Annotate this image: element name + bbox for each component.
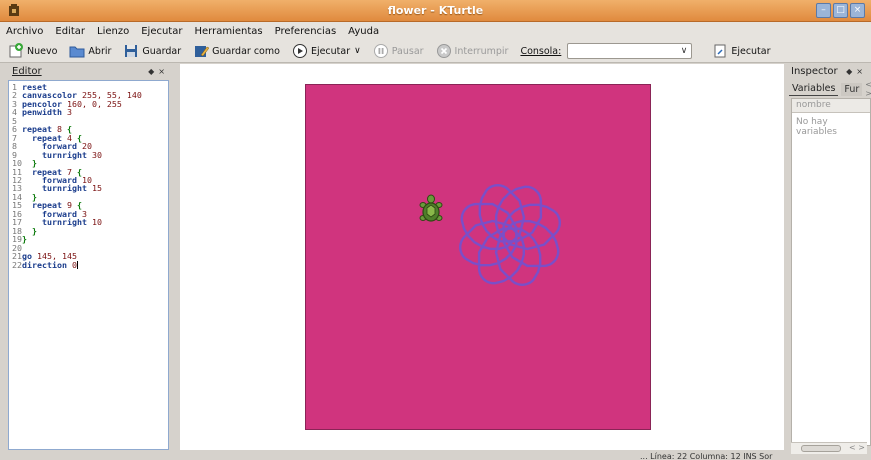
console-run-label: Ejecutar <box>731 45 771 57</box>
code-argument: 30 <box>91 149 102 160</box>
flower-path <box>459 184 561 286</box>
save-as-button[interactable]: Guardar como <box>193 43 280 59</box>
scroll-arrows-icon[interactable]: < > <box>849 443 865 452</box>
inspector-close-icon[interactable]: × <box>856 67 867 76</box>
menu-editar[interactable]: Editar <box>55 26 85 37</box>
code-keyword: turnright <box>41 217 87 228</box>
code-line[interactable]: 19} <box>12 234 165 245</box>
run-button[interactable]: Ejecutar ∨ <box>292 43 361 59</box>
tab-functions[interactable]: Fur <box>841 82 863 96</box>
console-label: Consola: <box>520 45 562 57</box>
console-run-button[interactable]: Ejecutar <box>712 43 771 59</box>
code-brace: } <box>22 234 27 245</box>
code-keyword: turnright <box>41 149 87 160</box>
save-button-label: Guardar <box>142 45 182 57</box>
status-bar: ... Línea: 22 Columna: 12 INS Sor <box>640 452 773 460</box>
maximize-button[interactable]: □ <box>833 3 848 18</box>
column-header-nombre[interactable]: nombre <box>792 99 870 113</box>
code-keyword: penwidth <box>22 107 62 118</box>
code-argument: 15 <box>91 183 102 194</box>
new-button[interactable]: Nuevo <box>8 43 57 59</box>
editor-title: Editor <box>12 65 42 77</box>
console-area: Consola: ∨ <box>520 43 700 59</box>
pause-icon <box>373 43 389 59</box>
new-button-label: Nuevo <box>27 45 58 57</box>
code-keyword: direction <box>22 259 67 270</box>
new-file-icon <box>8 43 24 59</box>
dock-close-icon[interactable]: × <box>158 67 169 76</box>
inspector-float-icon[interactable]: ◆ <box>846 67 856 76</box>
inspector-horizontal-scrollbar[interactable]: < > <box>791 442 867 454</box>
save-as-icon <box>193 43 210 59</box>
flower-drawing <box>419 184 561 286</box>
menu-preferencias[interactable]: Preferencias <box>275 26 337 37</box>
scrollbar-thumb[interactable] <box>801 445 841 452</box>
pause-button[interactable]: Pausar <box>373 43 424 59</box>
console-dropdown-chevron-icon[interactable]: ∨ <box>681 46 688 56</box>
chevron-down-icon[interactable]: ∨ <box>354 46 361 56</box>
text-cursor <box>76 260 78 269</box>
play-icon <box>292 43 308 59</box>
run-button-label: Ejecutar <box>310 45 351 57</box>
abort-button[interactable]: Interrumpir <box>436 43 509 59</box>
editor-dock: Editor ◆× 1 reset 2 canvascolor 255, 55, 14… <box>8 64 173 456</box>
save-as-button-label: Guardar como <box>212 45 280 57</box>
menu-ayuda[interactable]: Ayuda <box>348 26 379 37</box>
tabs-scroll-arrows-icon[interactable]: < > <box>865 80 871 98</box>
code-argument: 10 <box>91 217 102 228</box>
no-variables-text: No hay variables <box>796 117 837 137</box>
canvas-area <box>180 64 784 450</box>
menu-archivo[interactable]: Archivo <box>6 26 43 37</box>
window-title: flower - KTurtle <box>387 4 484 17</box>
code-brace: } <box>32 225 37 236</box>
line-number: 22 <box>12 259 22 270</box>
close-button[interactable]: × <box>850 3 865 18</box>
console-run-icon <box>712 43 728 59</box>
title-bar: flower - KTurtle – □ × <box>0 0 871 22</box>
save-button[interactable]: Guardar <box>123 43 181 59</box>
open-button[interactable]: Abrir <box>69 43 111 59</box>
menu-lienzo[interactable]: Lienzo <box>97 26 129 37</box>
code-line[interactable]: 22direction 0 <box>12 259 165 270</box>
variables-panel: nombre No hay variables <box>791 98 871 446</box>
code-argument: 3 <box>66 107 72 118</box>
pause-button-label: Pausar <box>391 45 424 57</box>
main-toolbar: Nuevo Abrir Guardar Guardar como Ejecuta… <box>0 40 871 63</box>
code-argument: 160, 0, 255 <box>66 98 122 109</box>
turtle-icon <box>419 194 443 222</box>
menu-ejecutar[interactable]: Ejecutar <box>141 26 182 37</box>
turtle-canvas[interactable] <box>305 84 651 430</box>
abort-button-label: Interrumpir <box>454 45 509 57</box>
console-input[interactable]: ∨ <box>567 43 693 59</box>
menu-bar: Archivo Editar Lienzo Ejecutar Herramien… <box>0 22 871 40</box>
dock-float-icon[interactable]: ◆ <box>148 67 158 76</box>
minimize-button[interactable]: – <box>816 3 831 18</box>
inspector-dock-header: Inspector ◆× <box>787 64 871 78</box>
code-editor[interactable]: 1 reset 2 canvascolor 255, 55, 140 3 pencolor… <box>8 80 169 450</box>
menu-herramientas[interactable]: Herramientas <box>194 26 262 37</box>
code-keyword: turnright <box>41 183 87 194</box>
open-button-label: Abrir <box>88 45 112 57</box>
inspector-title: Inspector <box>791 65 838 77</box>
inspector-dock: Inspector ◆× Variables Fur < > nombre No… <box>787 64 871 456</box>
code-line[interactable]: 4 penwidth 3 <box>12 107 165 118</box>
code-line[interactable]: 18 } <box>12 225 165 236</box>
save-icon <box>123 43 139 59</box>
tab-variables[interactable]: Variables <box>789 82 839 96</box>
stop-icon <box>436 43 452 59</box>
editor-dock-header: Editor ◆× <box>8 64 173 78</box>
folder-open-icon <box>69 43 85 59</box>
